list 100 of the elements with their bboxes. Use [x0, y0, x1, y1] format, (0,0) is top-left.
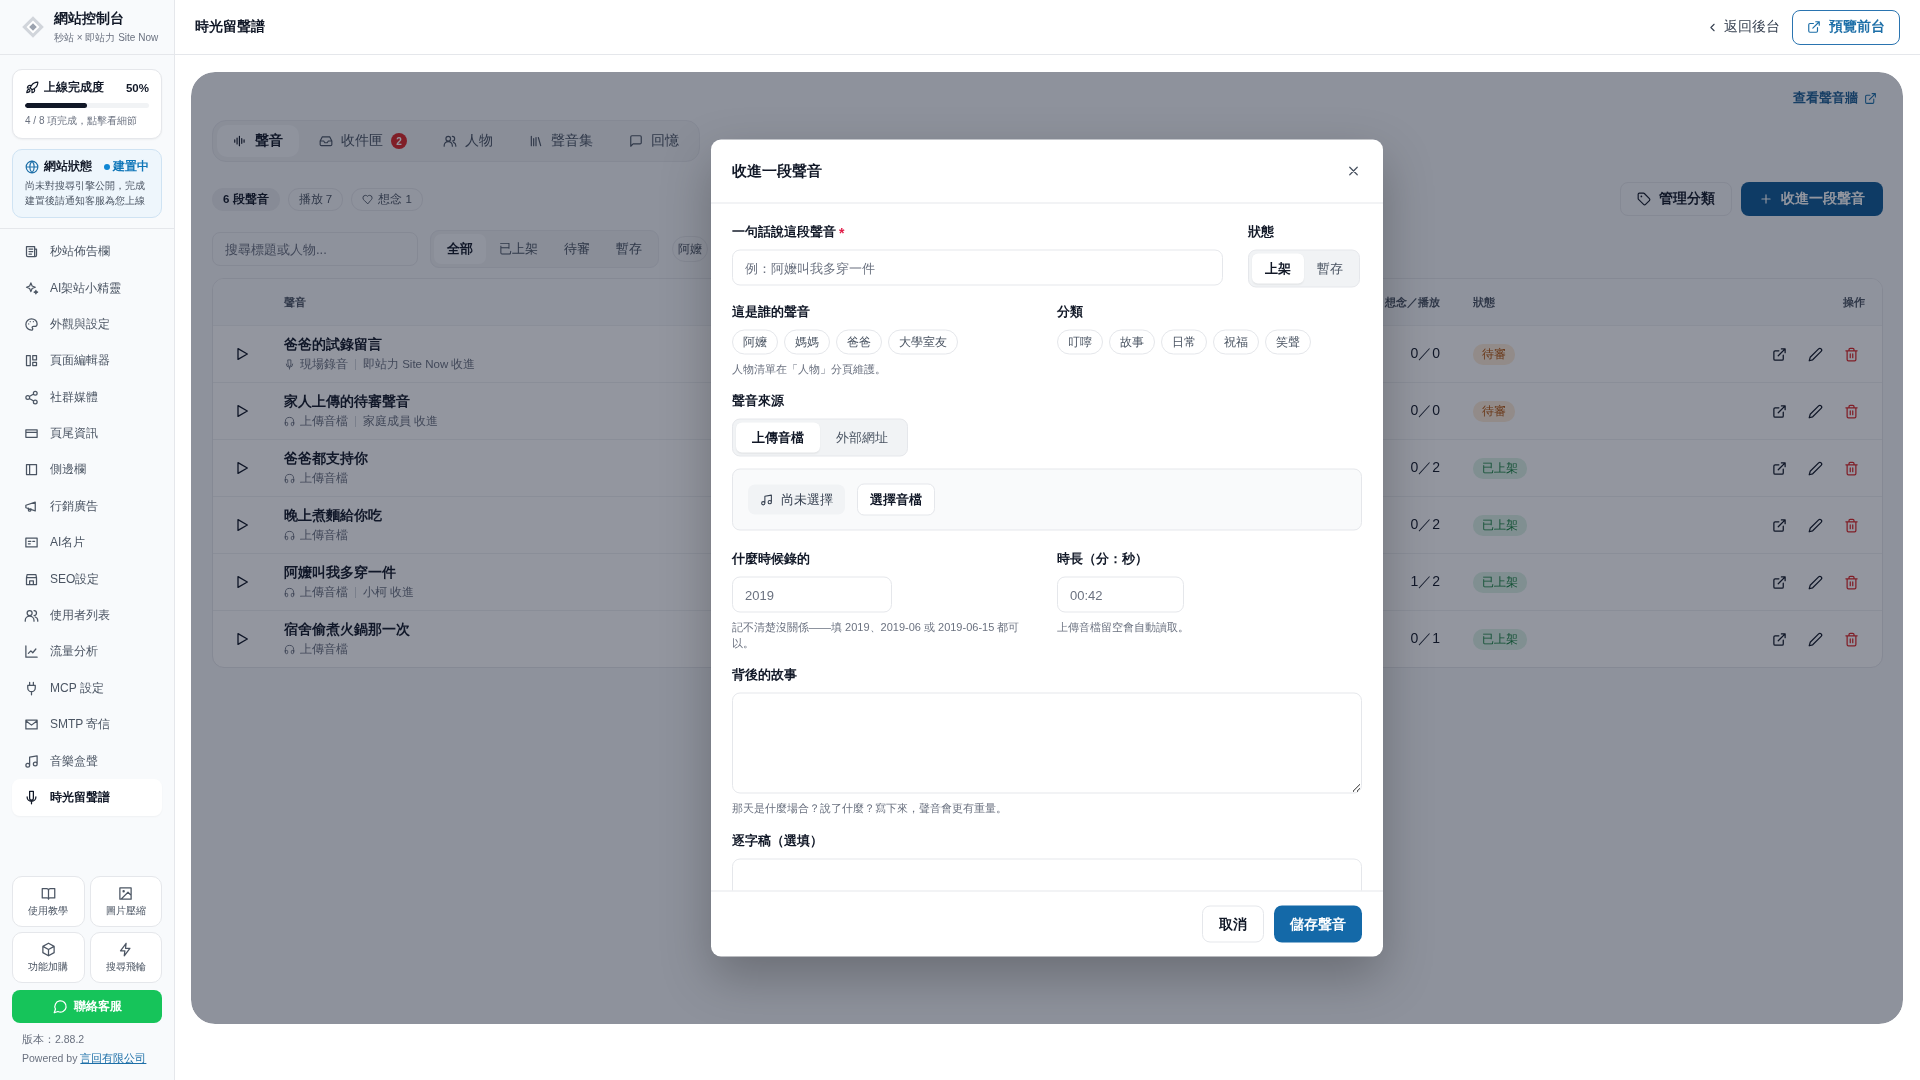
back-link[interactable]: 返回後台: [1706, 18, 1780, 36]
likes-plays-count: 0／1: [1410, 630, 1440, 648]
filter-tab[interactable]: 待審: [551, 234, 603, 264]
sidebar-item[interactable]: 使用者列表: [12, 597, 162, 634]
progress-card[interactable]: 上線完成度 50% 4 / 8 項完成，點擊看細節: [12, 69, 162, 139]
preview-button[interactable]: 預覽前台: [1792, 9, 1900, 45]
open-button[interactable]: [1772, 631, 1787, 647]
status-option[interactable]: 暫存: [1304, 253, 1356, 284]
sidebar-item[interactable]: 秒站佈告欄: [12, 233, 162, 270]
tab[interactable]: 收件匣 2: [303, 125, 423, 157]
tool-tile[interactable]: 使用教學: [12, 876, 85, 927]
category-chip[interactable]: 日常: [1161, 329, 1207, 355]
status-option[interactable]: 上架: [1252, 253, 1304, 284]
summary-field[interactable]: 例：阿嬤叫我多穿一件: [732, 249, 1223, 286]
sidebar-item[interactable]: 頁尾資訊: [12, 415, 162, 452]
edit-button[interactable]: [1808, 460, 1823, 476]
speech-bubble-icon: [629, 134, 643, 148]
pencil-icon: [1808, 574, 1823, 590]
tab[interactable]: 聲音: [217, 125, 299, 157]
sidebar-item[interactable]: MCP 設定: [12, 670, 162, 707]
voice-title: 宿舍偷煮火鍋那一次: [284, 621, 410, 639]
voice-title: 晚上煮麵給你吃: [284, 507, 382, 525]
recorded-date-field[interactable]: 2019: [732, 576, 892, 613]
microphone-icon: [284, 359, 295, 370]
voice-title: 爸爸都支持你: [284, 450, 368, 468]
likes-count: 想念 1: [378, 191, 412, 207]
search-field[interactable]: 搜尋標題或人物...: [212, 232, 418, 266]
hint-text: 上傳音檔留空會自動讀取。: [1057, 619, 1190, 635]
cancel-button[interactable]: 取消: [1202, 905, 1264, 943]
external-link-icon: [1772, 631, 1787, 647]
edit-button[interactable]: [1808, 403, 1823, 419]
voice-source: 上傳音檔: [300, 471, 348, 486]
filter-tab[interactable]: 全部: [434, 234, 486, 264]
edit-button[interactable]: [1808, 574, 1823, 590]
open-button[interactable]: [1772, 346, 1787, 362]
open-button[interactable]: [1772, 574, 1787, 590]
trash-icon: [1844, 346, 1859, 362]
delete-button[interactable]: [1844, 517, 1859, 533]
waveform-icon: [233, 134, 247, 148]
category-chip[interactable]: 故事: [1109, 329, 1155, 355]
voice-contributor: 即站力 Site Now 收進: [363, 357, 476, 372]
tool-tile[interactable]: 功能加購: [12, 932, 85, 983]
sidebar-item[interactable]: 行銷廣告: [12, 488, 162, 525]
duration-field[interactable]: 00:42: [1057, 576, 1184, 613]
page-title: 時光留聲譜: [195, 18, 265, 36]
pencil-icon: [1808, 403, 1823, 419]
edit-button[interactable]: [1808, 346, 1823, 362]
source-option[interactable]: 外部網址: [820, 422, 904, 453]
category-chip[interactable]: 笑聲: [1265, 329, 1311, 355]
company-link[interactable]: 言回有限公司: [80, 1052, 147, 1064]
status-badge: 已上架: [1473, 571, 1527, 593]
sidebar-item[interactable]: 頁面編輯器: [12, 342, 162, 379]
manage-categories-button[interactable]: 管理分類: [1620, 182, 1732, 216]
open-button[interactable]: [1772, 403, 1787, 419]
delete-button[interactable]: [1844, 346, 1859, 362]
delete-button[interactable]: [1844, 403, 1859, 419]
story-field[interactable]: [732, 692, 1362, 794]
open-button[interactable]: [1772, 460, 1787, 476]
edit-button[interactable]: [1808, 631, 1823, 647]
external-link-icon: [1864, 91, 1877, 105]
tab[interactable]: 回憶: [613, 125, 695, 157]
sidebar-item[interactable]: AI名片: [12, 524, 162, 561]
tool-tile[interactable]: 圖片壓縮: [89, 876, 162, 927]
delete-button[interactable]: [1844, 631, 1859, 647]
voice-title: 家人上傳的待審聲音: [284, 393, 410, 411]
sidebar-item[interactable]: 側邊欄: [12, 451, 162, 489]
person-chip[interactable]: 大學室友: [888, 329, 958, 355]
voice-source: 上傳音檔: [300, 642, 348, 657]
sidebar-item[interactable]: 時光留聲譜: [12, 779, 162, 816]
tab[interactable]: 聲音集: [513, 125, 609, 157]
open-button[interactable]: [1772, 517, 1787, 533]
sidebar-item[interactable]: 外觀與設定: [12, 306, 162, 343]
save-button[interactable]: 儲存聲音: [1274, 905, 1362, 943]
choose-file-button[interactable]: 選擇音檔: [857, 483, 935, 516]
voice-wall-link[interactable]: 查看聲音牆: [1793, 88, 1877, 108]
category-chip[interactable]: 祝福: [1213, 329, 1259, 355]
source-option[interactable]: 上傳音檔: [736, 422, 820, 453]
filter-tab[interactable]: 已上架: [486, 234, 551, 264]
status-title: 網站狀態: [44, 159, 92, 174]
person-chip[interactable]: 爸爸: [836, 329, 882, 355]
edit-button[interactable]: [1808, 517, 1823, 533]
category-chip[interactable]: 叮嚀: [1057, 329, 1103, 355]
person-chip[interactable]: 媽媽: [784, 329, 830, 355]
sparkles-icon: [24, 280, 39, 296]
external-link-icon: [1772, 460, 1787, 476]
sidebar-item[interactable]: 流量分析: [12, 633, 162, 671]
sidebar-item[interactable]: SMTP 寄信: [12, 706, 162, 743]
column-header: 聲音: [284, 294, 306, 310]
sidebar-item[interactable]: 音樂盒聲: [12, 742, 162, 780]
add-voice-button[interactable]: 收進一段聲音: [1741, 182, 1883, 216]
delete-button[interactable]: [1844, 460, 1859, 476]
tool-tile[interactable]: 搜尋飛輪: [89, 932, 162, 983]
tab[interactable]: 人物: [427, 125, 509, 157]
sidebar-item[interactable]: 社群媒體: [12, 379, 162, 416]
person-chip[interactable]: 阿嬤: [732, 329, 778, 355]
voice-contributor: 家庭成員 收進: [363, 414, 439, 429]
filter-tab[interactable]: 暫存: [603, 234, 655, 264]
delete-button[interactable]: [1844, 574, 1859, 590]
sidebar-item[interactable]: SEO設定: [12, 560, 162, 598]
sidebar-item[interactable]: AI架站小精靈: [12, 269, 162, 307]
